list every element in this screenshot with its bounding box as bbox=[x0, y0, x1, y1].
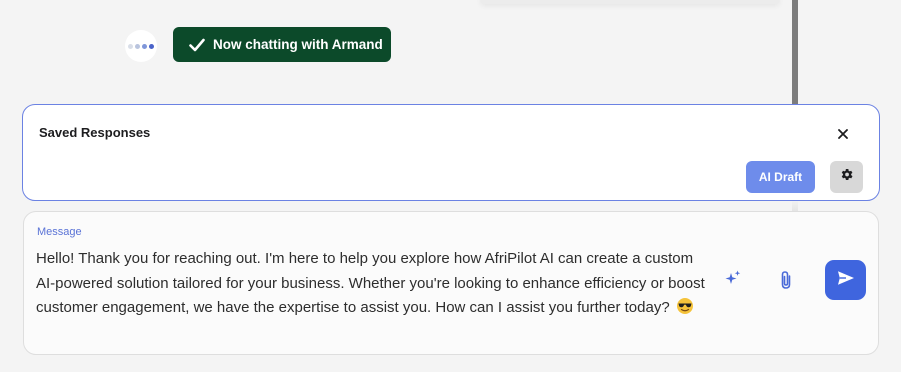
ai-assist-button[interactable] bbox=[722, 270, 744, 292]
typing-dot bbox=[142, 43, 147, 49]
message-field-label: Message bbox=[37, 226, 82, 238]
message-text: Hello! Thank you for reaching out. I'm h… bbox=[36, 250, 705, 317]
typing-dot bbox=[135, 43, 140, 49]
sunglasses-emoji-icon bbox=[676, 297, 694, 324]
paperclip-icon bbox=[779, 270, 793, 295]
previous-message-edge bbox=[480, 0, 780, 4]
ai-draft-button[interactable]: AI Draft bbox=[746, 161, 815, 193]
settings-button[interactable] bbox=[830, 161, 863, 193]
typing-dot bbox=[149, 43, 154, 49]
chat-status-text: Now chatting with Armand bbox=[213, 37, 383, 52]
close-icon bbox=[838, 126, 848, 144]
saved-responses-panel: Saved Responses AI Draft bbox=[22, 104, 880, 201]
sparkle-icon bbox=[725, 270, 741, 292]
typing-dot bbox=[128, 43, 133, 49]
message-input[interactable]: Hello! Thank you for reaching out. I'm h… bbox=[36, 247, 706, 324]
typing-indicator bbox=[125, 30, 157, 62]
chat-status-badge: Now chatting with Armand bbox=[173, 27, 391, 62]
saved-responses-title: Saved Responses bbox=[39, 125, 151, 140]
close-saved-responses-button[interactable] bbox=[831, 123, 855, 147]
send-button[interactable] bbox=[825, 260, 866, 300]
message-composer[interactable]: Message Hello! Thank you for reaching ou… bbox=[23, 211, 879, 355]
gear-icon bbox=[839, 167, 854, 187]
attach-file-button[interactable] bbox=[775, 270, 797, 294]
checkmark-icon bbox=[189, 38, 205, 52]
send-icon bbox=[837, 270, 855, 291]
